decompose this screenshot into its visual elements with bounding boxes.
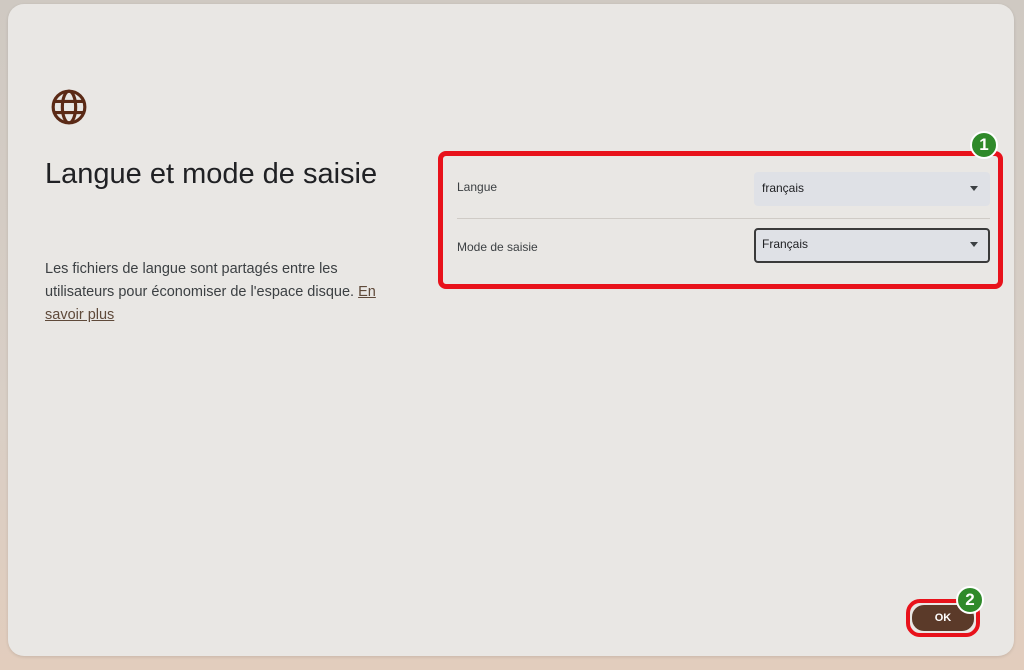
input-mode-select[interactable]: Français (754, 228, 990, 263)
description: Les fichiers de langue sont partagés ent… (45, 258, 385, 327)
globe-icon (51, 89, 87, 125)
description-text: Les fichiers de langue sont partagés ent… (45, 261, 355, 300)
language-label: Langue (457, 180, 498, 194)
divider (457, 218, 990, 219)
annotation-badge-2: 2 (956, 586, 984, 614)
settings-panel: Langue français Mode de saisie Français (438, 151, 1003, 289)
chevron-down-icon (970, 186, 978, 191)
input-mode-row: Mode de saisie Français (457, 222, 990, 278)
input-mode-label: Mode de saisie (457, 240, 538, 254)
annotation-badge-1: 1 (970, 131, 998, 159)
language-select[interactable]: français (754, 172, 990, 206)
language-row: Langue français (457, 162, 990, 218)
page-title: Langue et mode de saisie (45, 158, 378, 190)
chevron-down-icon (970, 242, 978, 247)
input-mode-select-value: Français (762, 237, 809, 251)
language-select-value: français (762, 181, 805, 195)
language-dialog: Langue et mode de saisie Les fichiers de… (8, 4, 1014, 656)
